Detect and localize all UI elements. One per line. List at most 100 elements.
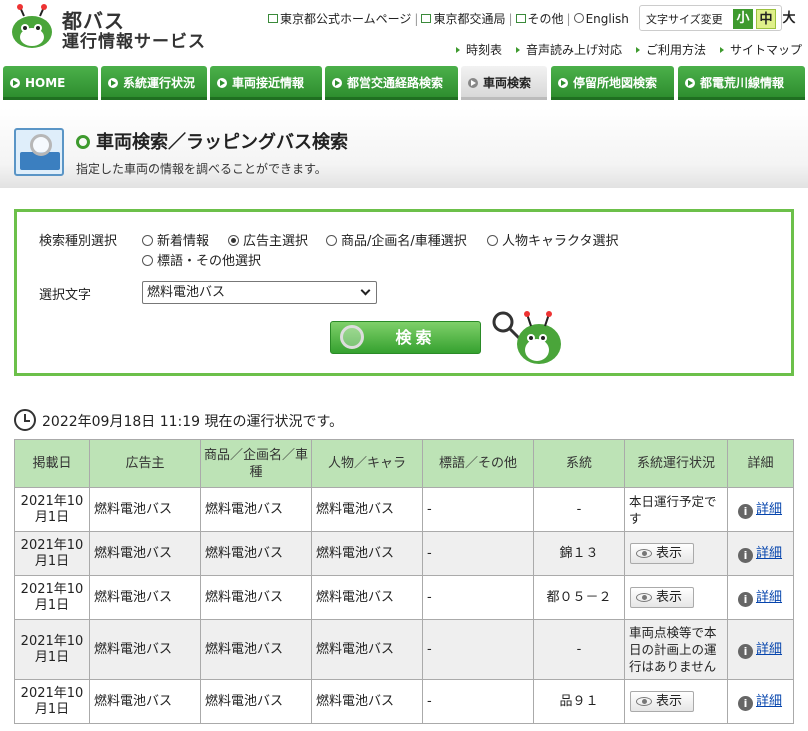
cell-advertiser: 燃料電池バス — [89, 679, 201, 724]
link-other[interactable]: その他 — [515, 12, 564, 26]
tab-vehicle-approach[interactable]: 車両接近情報 — [210, 66, 322, 100]
info-icon: i — [738, 548, 753, 563]
vehicle-table: 掲載日 広告主 商品／企画名／車種 人物／キャラ 標語／その他 系統 系統運行状… — [14, 439, 794, 724]
col-header-slogan: 標語／その他 — [422, 439, 534, 488]
font-size-medium-button[interactable]: 中 — [756, 9, 776, 29]
cell-slogan: - — [422, 679, 534, 724]
site-logo[interactable]: 都バス 運行情報サービス — [4, 2, 214, 52]
cell-date: 2021年10月1日 — [14, 679, 90, 724]
cell-character: 燃料電池バス — [311, 531, 423, 576]
cell-detail: i 詳細 — [727, 619, 794, 680]
radio-new-info[interactable]: 新着情報 — [142, 230, 209, 249]
col-header-date: 掲載日 — [14, 439, 90, 488]
page-subtitle: 指定した車両の情報を調べることができます。 — [76, 162, 327, 176]
tab-route-status[interactable]: 系統運行状況 — [101, 66, 207, 100]
link-tokyo-official[interactable]: 東京都公式ホームページ — [268, 12, 411, 26]
play-arrow-icon — [332, 78, 342, 88]
radio-selected-icon — [228, 235, 239, 246]
select-text-label: 選択文字 — [39, 288, 92, 303]
cell-character: 燃料電池バス — [311, 619, 423, 680]
mascot-magnifier-icon — [492, 311, 561, 364]
cell-route-status: 表示 — [624, 679, 728, 724]
search-icon — [76, 135, 90, 149]
cell-character: 燃料電池バス — [311, 575, 423, 620]
arrow-right-icon — [636, 47, 641, 53]
link-how-to-use[interactable]: ご利用方法 — [636, 43, 706, 57]
show-route-button[interactable]: 表示 — [630, 691, 694, 712]
cell-advertiser: 燃料電池バス — [89, 531, 201, 576]
search-button[interactable]: 検索 — [330, 321, 481, 354]
info-icon: i — [738, 504, 753, 519]
eye-icon — [636, 697, 652, 706]
cell-route: - — [533, 487, 625, 532]
link-timetable[interactable]: 時刻表 — [456, 43, 502, 57]
show-route-button[interactable]: 表示 — [630, 587, 694, 608]
tab-vehicle-search[interactable]: 車両検索 — [461, 66, 547, 100]
detail-link[interactable]: 詳細 — [756, 694, 782, 709]
link-transport-bureau[interactable]: 東京都交通局 — [421, 12, 505, 26]
table-header-row: 掲載日 広告主 商品／企画名／車種 人物／キャラ 標語／その他 系統 系統運行状… — [14, 439, 794, 488]
col-header-detail: 詳細 — [727, 439, 794, 488]
cell-slogan: - — [422, 531, 534, 576]
play-arrow-icon — [558, 78, 568, 88]
font-size-large-button[interactable]: 大 — [779, 9, 799, 29]
cell-product: 燃料電池バス — [200, 619, 312, 680]
radio-circle-icon — [142, 255, 153, 266]
external-window-icon — [268, 14, 278, 23]
radio-product[interactable]: 商品/企画名/車種選択 — [326, 230, 467, 249]
tab-home[interactable]: HOME — [3, 66, 98, 100]
tab-arakawa-line[interactable]: 都電荒川線情報 — [678, 66, 805, 100]
cell-advertiser: 燃料電池バス — [89, 487, 201, 532]
logo-title-line2: 運行情報サービス — [62, 32, 206, 52]
search-icon — [340, 325, 364, 349]
table-row: 2021年10月1日 燃料電池バス 燃料電池バス 燃料電池バス - 都０５－２ 表示 i 詳細 — [14, 575, 794, 620]
cell-slogan: - — [422, 487, 534, 532]
cell-date: 2021年10月1日 — [14, 575, 90, 620]
cell-character: 燃料電池バス — [311, 679, 423, 724]
chevron-down-icon — [360, 285, 371, 296]
radio-slogan[interactable]: 標語・その他選択 — [142, 250, 261, 269]
main-nav: HOME 系統運行状況 車両接近情報 都営交通経路検索 車両検索 停留所地図検索… — [0, 66, 808, 100]
search-panel: 検索種別選択 新着情報 広告主選択 商品/企画名/車種選択 人物キャラクタ選択 … — [14, 209, 794, 376]
radio-advertiser[interactable]: 広告主選択 — [228, 230, 308, 249]
cell-date: 2021年10月1日 — [14, 487, 90, 532]
cell-slogan: - — [422, 575, 534, 620]
info-icon: i — [738, 592, 753, 607]
font-size-small-button[interactable]: 小 — [733, 9, 753, 29]
cell-route-status: 表示 — [624, 575, 728, 620]
detail-link[interactable]: 詳細 — [756, 642, 782, 657]
play-arrow-icon — [468, 78, 478, 88]
cell-product: 燃料電池バス — [200, 679, 312, 724]
detail-link[interactable]: 詳細 — [756, 590, 782, 605]
col-header-advertiser: 広告主 — [89, 439, 201, 488]
play-arrow-icon — [108, 78, 118, 88]
cell-route-status: 本日運行予定です — [624, 487, 728, 532]
cell-character: 燃料電池バス — [311, 487, 423, 532]
cell-product: 燃料電池バス — [200, 531, 312, 576]
table-row: 2021年10月1日 燃料電池バス 燃料電池バス 燃料電池バス - - 車両点検等で本日の計… — [14, 619, 794, 680]
link-voice-reading[interactable]: 音声読み上げ対応 — [516, 43, 622, 57]
advertiser-select[interactable]: 燃料電池バス — [142, 281, 377, 304]
show-route-button[interactable]: 表示 — [630, 543, 694, 564]
font-size-switcher: 文字サイズ変更 小 中 大 — [639, 5, 796, 31]
detail-link[interactable]: 詳細 — [756, 546, 782, 561]
status-line: 2022年09月18日 11:19 現在の運行状況です。 — [14, 404, 343, 431]
cell-product: 燃料電池バス — [200, 487, 312, 532]
tab-stop-map-search[interactable]: 停留所地図検索 — [551, 66, 674, 100]
external-window-icon — [421, 14, 432, 23]
radio-character[interactable]: 人物キャラクタ選択 — [487, 230, 618, 249]
col-header-route: 系統 — [533, 439, 625, 488]
globe-icon — [573, 13, 584, 23]
link-english[interactable]: English — [573, 12, 629, 26]
link-sitemap[interactable]: サイトマップ — [720, 43, 802, 57]
info-icon: i — [738, 696, 753, 711]
cell-slogan: - — [422, 619, 534, 680]
cell-route-status: 車両点検等で本日の計画上の運行はありません — [624, 619, 728, 680]
cell-route-status: 表示 — [624, 531, 728, 576]
radio-circle-icon — [487, 235, 498, 246]
search-type-label: 検索種別選択 — [39, 234, 118, 249]
radio-circle-icon — [326, 235, 337, 246]
detail-link[interactable]: 詳細 — [756, 502, 782, 517]
tab-route-search[interactable]: 都営交通経路検索 — [325, 66, 458, 100]
play-arrow-icon — [685, 78, 695, 88]
